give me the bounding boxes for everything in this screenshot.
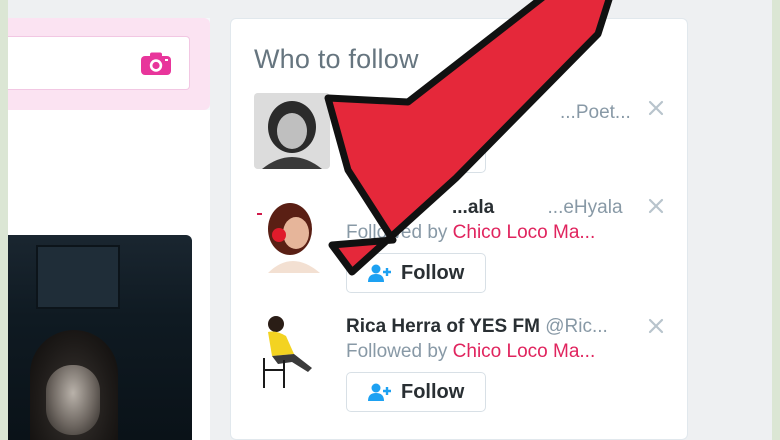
close-icon[interactable] bbox=[648, 100, 664, 116]
followed-by-label: Followed by bbox=[346, 222, 448, 243]
suggestion-avatar[interactable] bbox=[254, 195, 332, 273]
suggestion-handle-row: ...Poet... bbox=[560, 102, 631, 124]
followed-by-row: Followed by Chico Loco Ma... bbox=[346, 341, 595, 363]
suggestion-name-row: ...ala ...eHyala bbox=[452, 197, 623, 219]
suggestion-handle: @Ric... bbox=[545, 316, 608, 337]
photo-subject-face bbox=[46, 365, 100, 435]
suggestion-avatar[interactable] bbox=[254, 310, 326, 390]
followed-by-row: Followed by Chico Loco Ma... bbox=[346, 222, 595, 244]
suggestion-name-row: Rica Herra of YES FM @Ric... bbox=[346, 316, 608, 338]
who-to-follow-title: Who to follow bbox=[254, 44, 419, 74]
followed-by-label: Followed by bbox=[346, 341, 448, 362]
add-person-icon bbox=[368, 144, 391, 162]
suggestion-name[interactable]: ...ala bbox=[452, 197, 494, 218]
followed-by-name[interactable]: Chico Loco Ma... bbox=[453, 222, 596, 243]
followed-by-name[interactable]: Chico Loco Ma... bbox=[453, 341, 596, 362]
suggestion-handle: ...eHyala bbox=[547, 197, 623, 218]
media-thumbnail[interactable] bbox=[8, 235, 192, 440]
suggestion-avatar[interactable] bbox=[254, 93, 330, 169]
add-person-icon bbox=[368, 383, 391, 401]
follow-button[interactable]: Follow bbox=[346, 372, 486, 412]
camera-icon[interactable] bbox=[140, 52, 172, 76]
follow-button[interactable]: Follow bbox=[346, 253, 486, 293]
photo-background bbox=[36, 245, 120, 309]
suggestion-handle: ...Poet... bbox=[560, 102, 631, 123]
follow-button-label: Follow bbox=[401, 380, 465, 403]
suggestion-name[interactable]: Rica Herra of YES FM bbox=[346, 316, 540, 337]
add-person-icon bbox=[368, 264, 391, 282]
follow-button-label: Follow bbox=[401, 261, 465, 284]
close-icon[interactable] bbox=[648, 318, 664, 334]
close-icon[interactable] bbox=[648, 198, 664, 214]
follow-button[interactable] bbox=[346, 133, 486, 173]
